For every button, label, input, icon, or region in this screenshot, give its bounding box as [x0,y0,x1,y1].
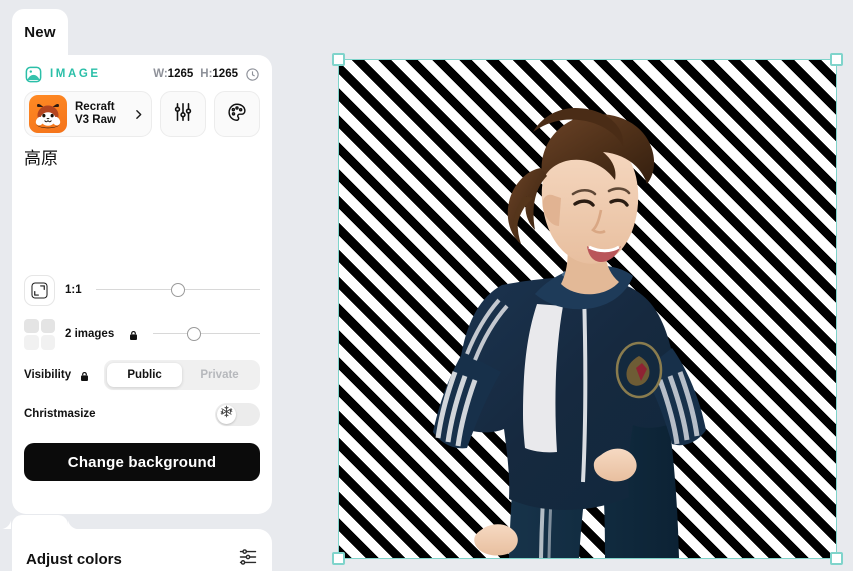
width-key: W: [153,68,168,80]
slider-thumb[interactable] [186,327,201,341]
tab-notch-right [68,43,80,55]
height-value: 1265 [212,68,238,80]
width-value: 1265 [167,68,194,80]
resize-handle-bottom-left[interactable] [332,552,345,565]
lock-icon [79,369,90,382]
panel2-notch-right [68,518,79,529]
visibility-row: Visibility Public Private [24,356,260,394]
aspect-ratio-label: 1:1 [65,284,82,296]
model-row: Recraft V3 Raw [24,91,260,137]
adjust-sliders-icon[interactable] [238,547,258,571]
lock-icon [128,328,139,341]
aspect-ratio-row: 1:1 [24,268,260,312]
panel-header: IMAGE W:1265 H:1265 [24,55,260,89]
grid-cell [40,318,55,333]
tab-notch-left [0,43,12,55]
aspect-ratio-slider[interactable] [95,283,260,297]
christmasize-toggle[interactable] [215,402,260,426]
christmasize-row: Christmasize [24,394,260,434]
style-palette-button[interactable] [214,91,260,137]
toggle-knob [217,404,236,424]
adjust-colors-panel[interactable]: Adjust colors [12,529,272,571]
snowflake-icon [220,405,233,423]
model-name-line1: Recraft [75,100,115,113]
aspect-ratio-icon[interactable] [24,274,55,306]
chevron-right-icon [132,108,145,121]
width-readout: W:1265 [153,68,193,80]
slider-track [153,333,260,335]
image-count-row: 2 images [24,312,260,356]
clock-icon[interactable] [245,67,260,82]
generation-panel: IMAGE W:1265 H:1265 Recraft V3 Raw 高原 1:… [12,55,272,514]
visibility-segmented-control: Public Private [104,360,260,390]
image-icon [24,65,43,84]
visibility-option-private[interactable]: Private [182,363,257,387]
slider-thumb[interactable] [170,283,185,297]
sliders-icon [172,101,194,128]
christmasize-label: Christmasize [24,408,96,420]
model-settings-button[interactable] [160,91,206,137]
image-canvas[interactable] [332,53,843,565]
change-background-button[interactable]: Change background [24,443,260,481]
resize-handle-top-right[interactable] [830,53,843,66]
panel2-notch-left [0,518,11,529]
model-selector[interactable]: Recraft V3 Raw [24,91,152,137]
red-panda-avatar-icon [29,95,67,133]
grid-cell [24,335,39,350]
generated-image-subject [339,60,836,558]
height-key: H: [200,68,213,80]
resize-handle-bottom-right[interactable] [830,552,843,565]
grid-2x2-icon[interactable] [24,318,55,350]
visibility-option-public[interactable]: Public [107,363,183,387]
image-count-label: 2 images [65,328,115,340]
visibility-label: Visibility [24,369,72,381]
palette-icon [226,101,248,128]
grid-cell [40,335,55,350]
model-name-line2: V3 Raw [75,114,116,126]
height-readout: H:1265 [200,68,238,80]
asset-type-label: IMAGE [50,68,101,80]
resize-handle-top-left[interactable] [332,53,345,66]
grid-cell [24,318,39,333]
image-count-slider[interactable] [153,327,260,341]
tab-new[interactable]: New [12,9,68,55]
tab-new-label: New [24,23,56,41]
model-name: Recraft V3 Raw [75,101,124,128]
prompt-input[interactable]: 高原 [24,148,260,268]
app-root: New IMAGE W:1265 H:1265 Recraft V3 Raw 高… [0,0,853,571]
adjust-colors-title: Adjust colors [26,550,122,568]
